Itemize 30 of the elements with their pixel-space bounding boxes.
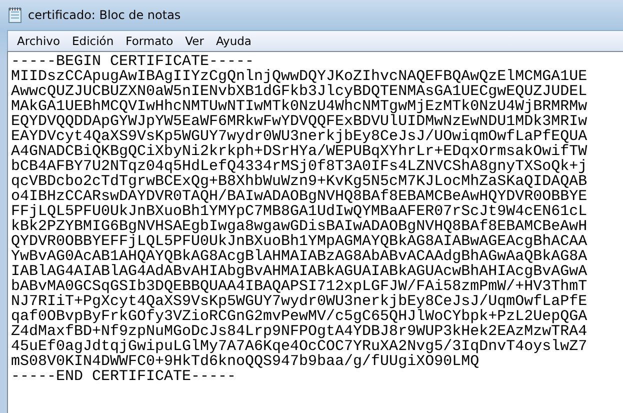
text-line: Z4dMaxfBD+Nf9zpNuMGoDcJs84Lrp9NFPOgtA4YDBJ8r9WUP3kHek2EAzMzwTRA4 [11, 324, 588, 339]
menu-item[interactable]: Formato [120, 32, 180, 50]
text-line: A4GNADCBiQKBgQCiXbyNi2krkph+DSrHYa/WEPUBqXYhrLr+EDqxOrmsakOwifTW [11, 144, 588, 159]
text-line: NJ7RIiT+PgXcyt4QaXS9VsKp5WGUY7wydr0WU3nerkjbEy8CeJsJ/UqmOwfLaPfE [11, 294, 588, 309]
text-line: IABlAG4AIABlAG4AdABvAHIAbgBvAHMAIABkAGUAIABkAGUAcwBhAHIAcgBvAGwA [11, 264, 588, 279]
text-line: -----END CERTIFICATE----- [11, 369, 236, 384]
text-line: QYDVR0OBBYEFFjLQL5PFU0UkJnBXuoBh1YMpAGMAYQBkAG8AIABwAGEAcgBhACAA [11, 234, 588, 249]
text-line: FFjLQL5PFU0UkJnBXuoBh1YMYpC7MB8GA1UdIwQYMBaAFER07rScJt9W4cEN61cL [11, 204, 588, 219]
text-line: EQYDVQQDDApGYWJpYW5EaWF6MRkwFwYDVQQFExBDVUlUIDMwNzEwNDU1MDk3MRIw [11, 114, 588, 129]
text-line: bABvMA0GCSqGSIb3DQEBBQUAA4IBAQAPSI712xpLGFJW/FAi58zmPmW/+HV3ThmT [11, 279, 588, 294]
text-line: MAkGA1UEBhMCQVIwHhcNMTUwNTIwMTk0NzU4WhcNMTgwMjEzMTk0NzU4WjBRMRMw [11, 99, 588, 114]
menu-item[interactable]: Ayuda [210, 32, 258, 50]
menu-item[interactable]: Edición [66, 32, 120, 50]
menu-item[interactable]: Ver [179, 32, 210, 50]
text-line: mS08V0KIN4DWWFC0+9HkTd6knoQQS947b9baa/g/fUUgiXO90LMQ [11, 354, 480, 369]
text-line: AwwcQUZJUCBUZXN0aW5nIENvbXB1dGFkb3JlcyBDQTENMAsGA1UECgwEQUZJUDEL [11, 84, 588, 99]
text-line: 45uEf0agJdtqjGwipuLGlMy7A7A6Kqe4OcCOC7YRuXA2Nvg5/3IqDnvT4oyslwZ7 [11, 339, 588, 354]
text-line: YwBvAG0AcAB1AHQAYQBkAG8AcgBlAHMAIABzAG8AbABvACAAdgBhAGwAaQBkAG8A [11, 249, 588, 264]
text-line: kBk2PZYBMIG6BgNVHSAEgbIwga8wgawGDisBAIwADAOBgNVHQ8BAf8EBAMCBeAwH [11, 219, 588, 234]
text-line: qaf0OBvpByFrkGOfy3VZioRCGnG2mvPewMV/c5gC65QHJlWoCYbpk+PzL2UepQGA [11, 309, 588, 324]
window-title: certificado: Bloc de notas [28, 8, 181, 22]
text-line: qcVBDcbo2cTdTgrwBCExQg+B8XhbWuWzn9+KvKg5N5cM7KJLocMhZaSKaQIDAQAB [11, 174, 588, 189]
text-line: EAYDVcyt4QaXS9VsKp5WGUY7wydr0WU3nerkjbEy8CeJsJ/UOwiqmOwfLaPfEQUA [11, 129, 588, 144]
text-line: o4IBHzCCARswDAYDVR0TAQH/BAIwADAOBgNVHQ8BAf8EBAMCBeAwHQYDVR0OBBYE [11, 189, 588, 204]
text-line: -----BEGIN CERTIFICATE----- [11, 54, 254, 69]
text-editor[interactable] [7, 51, 623, 413]
text-line: MIIDszCCApugAwIBAgIIYzCgQnlnjQwwDQYJKoZIhvcNAQEFBQAwQzElMCMGA1UE [11, 69, 588, 84]
text-line: bCB4AFBY7U2NTqz04q5HdLefQ4334rMSj0f8T3A0IFs4LZNVCShA8gnyTXSoQk+j [11, 159, 588, 174]
menu-item[interactable]: Archivo [11, 32, 66, 50]
notepad-icon [8, 7, 22, 23]
